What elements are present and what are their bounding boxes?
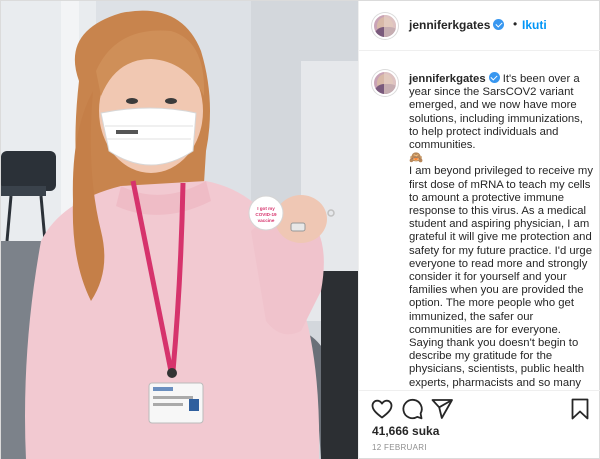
author-username-text[interactable]: jenniferkgates bbox=[409, 18, 490, 32]
separator-dot: • bbox=[513, 17, 518, 31]
post-photo[interactable]: I got my COVID-19 vaccine bbox=[1, 1, 358, 459]
caption-avatar[interactable] bbox=[372, 70, 398, 96]
svg-text:COVID-19: COVID-19 bbox=[255, 212, 277, 217]
paper-plane-icon[interactable] bbox=[430, 397, 454, 421]
caption-verified-icon bbox=[488, 72, 500, 83]
post-image: I got my COVID-19 vaccine bbox=[1, 1, 358, 459]
heart-icon[interactable] bbox=[370, 397, 394, 421]
bookmark-icon[interactable] bbox=[568, 397, 592, 421]
caption-body: It's been over a year since the SarsCOV2… bbox=[409, 73, 593, 390]
svg-text:vaccine: vaccine bbox=[258, 218, 275, 223]
caption-area[interactable]: jenniferkgates It's been over a year sin… bbox=[359, 52, 600, 390]
post-header: jenniferkgates • Ikuti bbox=[359, 1, 600, 51]
post-side-panel: jenniferkgates • Ikuti jenniferkgates It… bbox=[358, 1, 600, 459]
verified-badge-icon bbox=[493, 19, 505, 30]
likes-count[interactable]: 41,666 suka bbox=[372, 424, 439, 438]
caption-text: jenniferkgates It's been over a year sin… bbox=[409, 72, 594, 390]
action-bar bbox=[359, 390, 600, 428]
caption-username[interactable]: jenniferkgates bbox=[409, 72, 500, 85]
post-date[interactable]: 12 FEBRUARI bbox=[372, 443, 427, 452]
author-avatar[interactable] bbox=[372, 13, 398, 39]
comment-icon[interactable] bbox=[400, 397, 424, 421]
instagram-post: I got my COVID-19 vaccine jenniferkgates… bbox=[0, 0, 600, 459]
caption-username-text[interactable]: jenniferkgates bbox=[409, 73, 486, 85]
follow-button[interactable]: Ikuti bbox=[522, 18, 547, 32]
svg-text:I got my: I got my bbox=[257, 206, 275, 211]
author-username[interactable]: jenniferkgates bbox=[409, 18, 505, 32]
